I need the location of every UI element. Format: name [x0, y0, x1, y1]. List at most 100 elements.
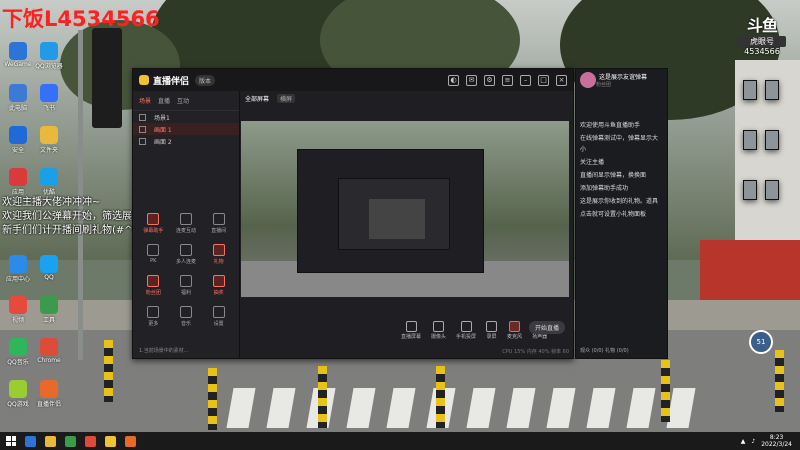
- tool-button[interactable]: 抽奖: [202, 275, 235, 296]
- orientation-tag[interactable]: 横屏: [277, 93, 296, 103]
- desktop-icon[interactable]: 飞书: [33, 84, 65, 112]
- tab-interact[interactable]: 互动: [177, 96, 189, 105]
- source-control-button[interactable]: 录屏: [486, 320, 498, 340]
- desktop-icon[interactable]: 应用中心: [2, 255, 34, 283]
- desktop-icon-label: QQ音乐: [7, 359, 29, 366]
- desktop-icon[interactable]: QQ游戏: [2, 380, 34, 408]
- tool-button[interactable]: 粉丝团: [137, 275, 170, 296]
- app-icon: [9, 296, 27, 314]
- tool-button[interactable]: 多人连麦: [170, 244, 203, 265]
- tab-live[interactable]: 直播: [158, 96, 170, 105]
- desktop-icon-label: 应用中心: [5, 276, 30, 283]
- desktop-icon[interactable]: 文件夹: [33, 126, 65, 154]
- desktop-icon[interactable]: 应用: [2, 168, 34, 196]
- network-icon[interactable]: ▲: [741, 438, 746, 445]
- taskbar-app-icon[interactable]: [125, 435, 136, 447]
- eye-icon[interactable]: [139, 137, 146, 145]
- desktop-icon-label: 视频: [11, 317, 24, 324]
- source-control-button[interactable]: 直播屏幕: [401, 320, 421, 340]
- tool-icon: [212, 306, 225, 318]
- tool-button[interactable]: PK: [137, 244, 170, 265]
- go-live-button[interactable]: 开始直播: [528, 321, 565, 334]
- scene-item[interactable]: 场景1: [133, 111, 239, 123]
- live-assistant-window: 直播伴侣 版本 ◐ ✉ ⚙ ≡ – □ × 场景 直播 互动 场景1 画面 1 画面…: [132, 68, 574, 359]
- app-icon: [40, 338, 58, 356]
- taskbar-app-icon[interactable]: [45, 435, 56, 447]
- desktop-icon[interactable]: 安全: [2, 126, 34, 154]
- desktop-icon[interactable]: 此电脑: [2, 84, 34, 112]
- maximize-icon[interactable]: □: [538, 74, 549, 86]
- taskbar-app-icon[interactable]: [85, 435, 96, 447]
- clock-time: 8:23: [769, 434, 784, 441]
- version-badge[interactable]: 版本: [195, 74, 216, 86]
- system-clock[interactable]: 8:23 2022/3/24: [761, 434, 792, 448]
- brand-logo: 斗鱼 虎眼号 4534566: [738, 12, 786, 56]
- desktop-icon[interactable]: 直播伴侣: [33, 380, 65, 408]
- source-icon: [486, 320, 498, 332]
- taskbar-app-icon[interactable]: [65, 435, 76, 447]
- eye-icon[interactable]: [139, 125, 146, 133]
- settings-icon[interactable]: ⚙: [484, 74, 495, 86]
- close-icon[interactable]: ×: [556, 74, 567, 86]
- chat-message: 欢迎使用斗鱼直播助手: [580, 122, 641, 129]
- taskbar-app-icon[interactable]: [25, 435, 36, 447]
- tool-button[interactable]: 福利: [170, 275, 203, 296]
- desktop-icon[interactable]: QQ: [33, 255, 65, 281]
- chat-message: 添加弹幕助手成功: [580, 185, 629, 192]
- tool-button[interactable]: 连麦互动: [170, 213, 203, 234]
- source-label: 录屏: [486, 333, 497, 340]
- tool-label: 更多: [148, 321, 159, 327]
- tab-all-screens[interactable]: 全部屏幕: [245, 94, 269, 103]
- chat-footer: 观众 (0/0) 礼物 (0/0): [580, 348, 629, 354]
- app-icon: [40, 296, 58, 314]
- tool-button[interactable]: 礼物: [202, 244, 235, 265]
- start-button[interactable]: [6, 436, 16, 446]
- tool-label: 弹幕助手: [143, 228, 164, 234]
- tool-button[interactable]: 更多: [137, 306, 170, 327]
- tool-button[interactable]: 弹幕助手: [137, 213, 170, 234]
- desktop-icon-label: 直播伴侣: [36, 401, 61, 408]
- volume-icon[interactable]: ♪: [751, 438, 755, 445]
- desktop-icon[interactable]: QQ音乐: [2, 338, 34, 366]
- tool-icon: [147, 275, 160, 287]
- tool-button[interactable]: 设置: [202, 306, 235, 327]
- tool-icon: [147, 306, 160, 318]
- live-preview[interactable]: [241, 121, 569, 297]
- source-control-button[interactable]: 摄像头: [431, 320, 446, 340]
- message-icon[interactable]: ✉: [466, 74, 477, 86]
- scene-item[interactable]: 画面 2: [133, 135, 239, 147]
- desktop-icon[interactable]: Chrome: [33, 338, 65, 364]
- app-logo-icon: [139, 75, 149, 85]
- app-icon: [9, 126, 27, 144]
- tab-scene[interactable]: 场景: [139, 96, 151, 105]
- desktop-icon[interactable]: 工具: [33, 296, 65, 324]
- tool-label: 抽奖: [213, 290, 224, 296]
- source-control-button[interactable]: 麦克风: [507, 320, 522, 340]
- window-titlebar[interactable]: 直播伴侣 版本 ◐ ✉ ⚙ ≡ – □ ×: [133, 69, 573, 91]
- tool-button[interactable]: 直播间: [202, 213, 235, 234]
- desktop-icon[interactable]: 优酷: [33, 168, 65, 196]
- scene-item[interactable]: 画面 1: [133, 123, 239, 135]
- source-icon: [509, 320, 521, 332]
- eye-icon[interactable]: [139, 113, 146, 121]
- skin-icon[interactable]: ◐: [448, 74, 459, 86]
- desktop-icon[interactable]: 视频: [2, 296, 34, 324]
- danmu-line-1: 欢迎主播大佬冲冲冲~: [2, 197, 101, 208]
- minimize-icon[interactable]: –: [520, 74, 531, 86]
- chat-message: 直播间显示弹幕，换换面: [580, 172, 647, 179]
- desktop-icon[interactable]: WeGame: [2, 42, 34, 68]
- scene-label: 画面 1: [154, 126, 172, 134]
- tool-label: 礼物: [213, 259, 224, 265]
- chat-message: 关注主播: [580, 159, 605, 166]
- taskbar-app-icon[interactable]: [105, 435, 116, 447]
- desktop-icon-label: QQ游戏: [7, 401, 29, 408]
- source-label: 手机投屏: [456, 333, 477, 340]
- menu-icon[interactable]: ≡: [502, 74, 513, 86]
- source-control-button[interactable]: 手机投屏: [456, 320, 477, 340]
- desktop-icon[interactable]: QQ浏览器: [33, 42, 65, 70]
- avatar[interactable]: [580, 72, 596, 88]
- tool-icon: [179, 306, 192, 318]
- tool-button[interactable]: 音乐: [170, 306, 203, 327]
- room-title-overlay: 下饭L4534566: [2, 7, 160, 31]
- taskbar: ▲ ♪ 8:23 2022/3/24: [0, 432, 800, 450]
